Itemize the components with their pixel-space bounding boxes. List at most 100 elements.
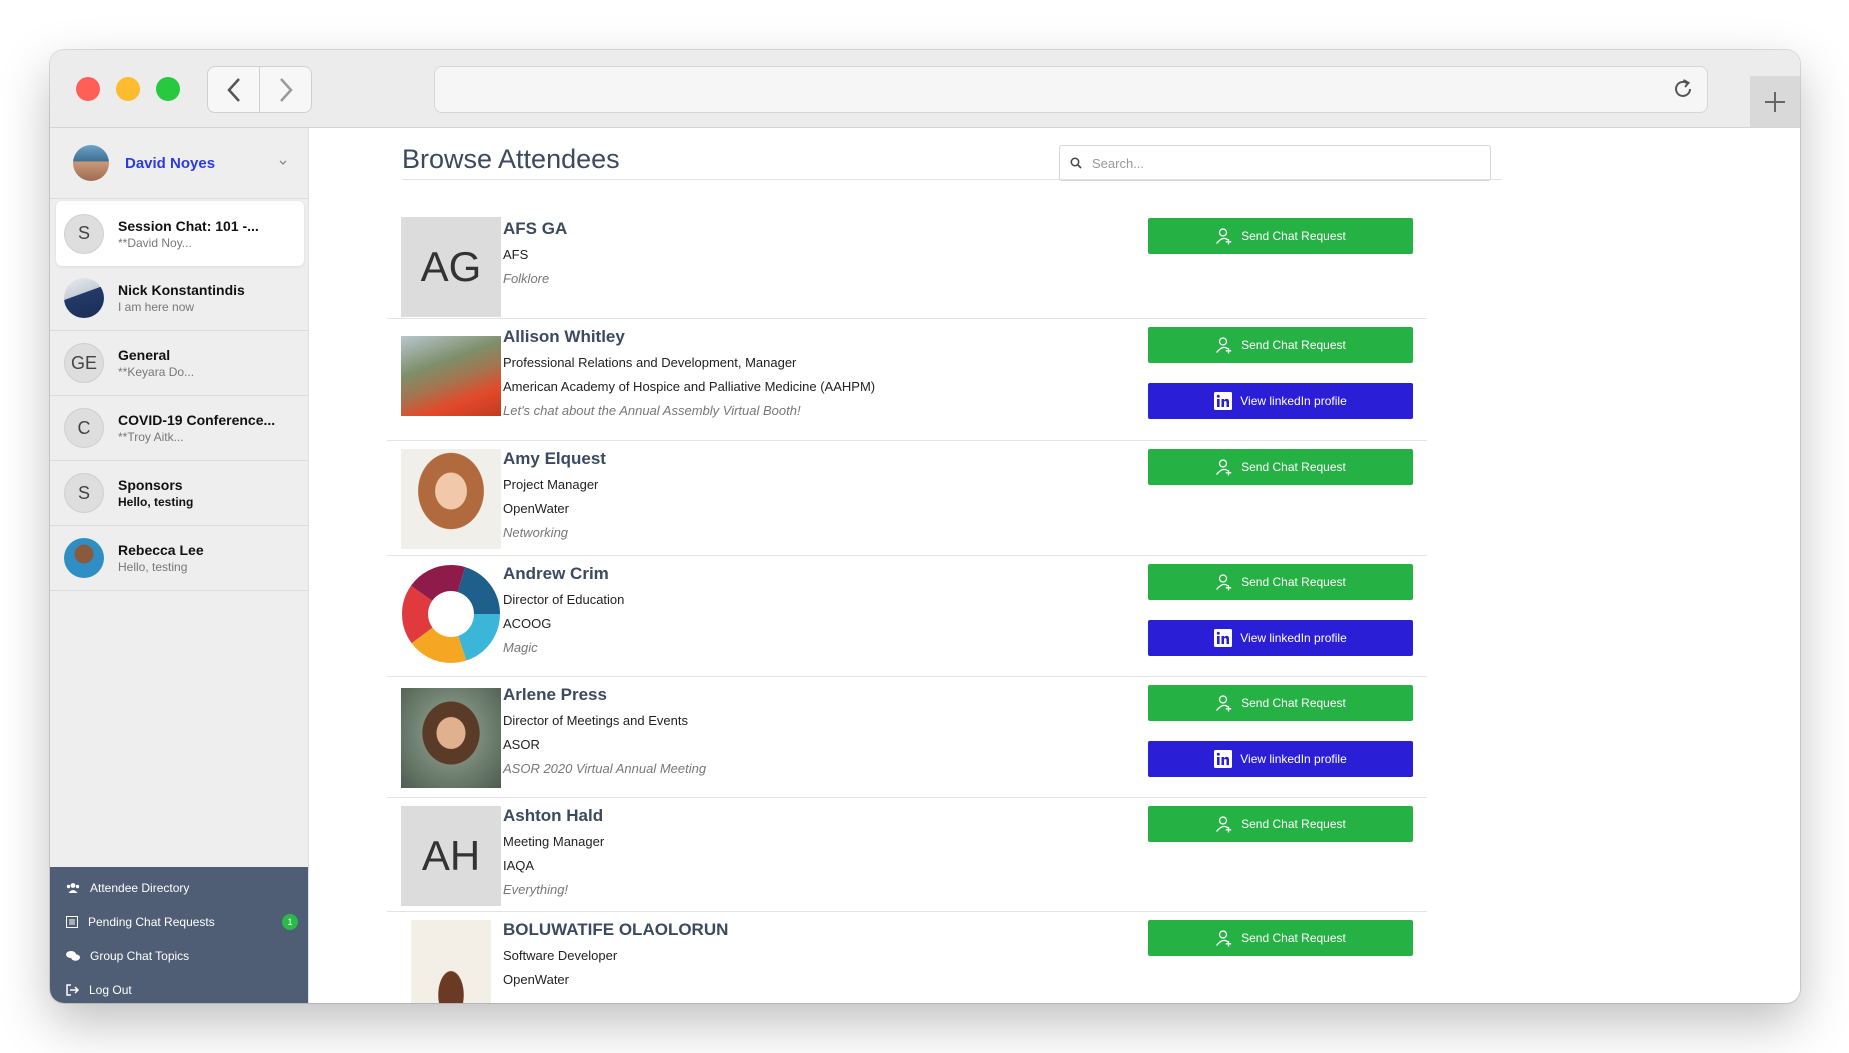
attendee-interest: Magic	[503, 640, 538, 655]
add-user-icon	[1216, 574, 1232, 591]
chevron-down-icon[interactable]	[278, 158, 288, 168]
plus-icon	[1765, 91, 1785, 112]
attendee-row: AG AFS GA AFS Folklore Send Chat Request	[387, 206, 1427, 319]
attendee-initials-avatar: AG	[401, 217, 501, 317]
list-icon	[66, 916, 78, 928]
attendee-organization: American Academy of Hospice and Palliati…	[503, 379, 876, 394]
add-user-icon	[1216, 228, 1232, 245]
chat-item[interactable]: GE General **Keyara Do...	[50, 331, 308, 396]
attendee-row: Andrew Crim Director of Education ACOOG …	[387, 556, 1427, 677]
linkedin-icon	[1214, 392, 1233, 410]
button-label: Send Chat Request	[1241, 817, 1346, 831]
chat-title: Sponsors	[118, 477, 183, 493]
menu-log-out[interactable]: Log Out	[50, 973, 308, 1003]
menu-label: Log Out	[89, 983, 132, 997]
send-chat-request-button[interactable]: Send Chat Request	[1148, 564, 1413, 600]
attendee-title: Director of Education	[503, 592, 625, 607]
search-input[interactable]	[1090, 154, 1474, 172]
attendee-interest: Let's chat about the Annual Assembly Vir…	[503, 403, 801, 418]
zoom-window-button[interactable]	[156, 77, 180, 101]
send-chat-request-button[interactable]: Send Chat Request	[1148, 685, 1413, 721]
button-label: View linkedIn profile	[1240, 752, 1347, 766]
attendee-title: Project Manager	[503, 477, 599, 492]
color-wheel-logo	[402, 565, 500, 663]
view-linkedin-button[interactable]: View linkedIn profile	[1148, 620, 1413, 656]
attendee-row: Allison Whitley Professional Relations a…	[387, 319, 1427, 441]
attendee-row: AH Ashton Hald Meeting Manager IAQA Ever…	[387, 798, 1427, 912]
logout-icon	[66, 984, 79, 996]
button-label: Send Chat Request	[1241, 338, 1346, 352]
add-user-icon	[1216, 695, 1232, 712]
chat-item[interactable]: C COVID-19 Conference... **Troy Aitk...	[50, 396, 308, 461]
attendee-logo	[401, 564, 501, 664]
chat-avatar: S	[64, 473, 104, 513]
avatar	[73, 145, 109, 181]
menu-label: Pending Chat Requests	[88, 915, 215, 929]
attendee-photo	[401, 449, 501, 549]
attendee-row: Amy Elquest Project Manager OpenWater Ne…	[387, 441, 1427, 556]
reload-icon[interactable]	[1671, 77, 1695, 101]
chat-title: Session Chat: 101 -...	[118, 217, 259, 234]
attendee-organization: OpenWater	[503, 972, 569, 987]
avatar	[64, 278, 104, 318]
browser-toolbar	[50, 50, 1800, 128]
chat-item[interactable]: Rebecca Lee Hello, testing	[50, 526, 308, 591]
chat-avatar: GE	[64, 343, 104, 383]
view-linkedin-button[interactable]: View linkedIn profile	[1148, 383, 1413, 419]
attendee-name: AFS GA	[503, 219, 568, 238]
attendee-photo	[401, 688, 501, 788]
button-label: Send Chat Request	[1241, 575, 1346, 589]
user-menu[interactable]: David Noyes	[50, 128, 308, 199]
linkedin-icon	[1214, 629, 1233, 647]
avatar	[64, 538, 104, 578]
send-chat-request-button[interactable]: Send Chat Request	[1148, 327, 1413, 363]
attendee-row: Arlene Press Director of Meetings and Ev…	[387, 677, 1427, 798]
send-chat-request-button[interactable]: Send Chat Request	[1148, 920, 1413, 956]
chat-title: Nick Konstantindis	[118, 282, 245, 298]
user-name: David Noyes	[125, 154, 216, 172]
attendee-name: Andrew Crim	[503, 564, 609, 583]
chat-last-message: **Troy Aitk...	[118, 430, 184, 444]
attendee-title: Director of Meetings and Events	[503, 713, 688, 728]
attendee-organization: ACOOG	[503, 616, 552, 631]
menu-pending-chat-requests[interactable]: Pending Chat Requests 1	[50, 905, 308, 939]
chat-avatar: C	[64, 408, 104, 448]
attendee-interest: Folklore	[503, 271, 550, 286]
add-user-icon	[1216, 337, 1232, 354]
linkedin-icon	[1214, 750, 1233, 768]
chat-bubbles-icon	[66, 951, 80, 961]
send-chat-request-button[interactable]: Send Chat Request	[1148, 449, 1413, 485]
chat-item[interactable]: Nick Konstantindis I am here now	[50, 266, 308, 331]
menu-attendee-directory[interactable]: Attendee Directory	[50, 871, 308, 905]
attendee-photo	[411, 920, 491, 1003]
address-bar[interactable]	[434, 66, 1708, 113]
main-content: Browse Attendees AG AFS GA AFS Folklore …	[309, 128, 1800, 1003]
attendee-row: BOLUWATIFE OLAOLORUN Software Developer …	[387, 912, 1427, 1003]
chat-avatar: S	[64, 213, 104, 254]
menu-group-chat-topics[interactable]: Group Chat Topics	[50, 939, 308, 973]
chat-last-message: **Keyara Do...	[118, 365, 195, 379]
back-button[interactable]	[208, 67, 260, 112]
attendee-initials-avatar: AH	[401, 806, 501, 906]
forward-button[interactable]	[260, 67, 311, 112]
chat-item[interactable]: S Session Chat: 101 -... **David Noy...	[56, 201, 304, 266]
minimize-window-button[interactable]	[116, 77, 140, 101]
users-icon	[66, 883, 80, 893]
attendee-organization: OpenWater	[503, 501, 569, 516]
attendee-interest: Everything!	[503, 882, 569, 897]
page-title: Browse Attendees	[402, 144, 620, 174]
history-nav	[207, 66, 312, 113]
add-user-icon	[1216, 459, 1232, 476]
close-window-button[interactable]	[76, 77, 100, 101]
new-tab-button[interactable]	[1750, 76, 1800, 127]
chat-last-message: I am here now	[118, 300, 195, 314]
attendee-organization: ASOR	[503, 737, 540, 752]
send-chat-request-button[interactable]: Send Chat Request	[1148, 806, 1413, 842]
chat-title: COVID-19 Conference...	[118, 412, 276, 428]
search-box	[1059, 145, 1491, 181]
attendee-name: Allison Whitley	[503, 327, 625, 346]
attendee-title: Meeting Manager	[503, 834, 605, 849]
view-linkedin-button[interactable]: View linkedIn profile	[1148, 741, 1413, 777]
send-chat-request-button[interactable]: Send Chat Request	[1148, 218, 1413, 254]
chat-item[interactable]: S Sponsors Hello, testing	[50, 461, 308, 526]
